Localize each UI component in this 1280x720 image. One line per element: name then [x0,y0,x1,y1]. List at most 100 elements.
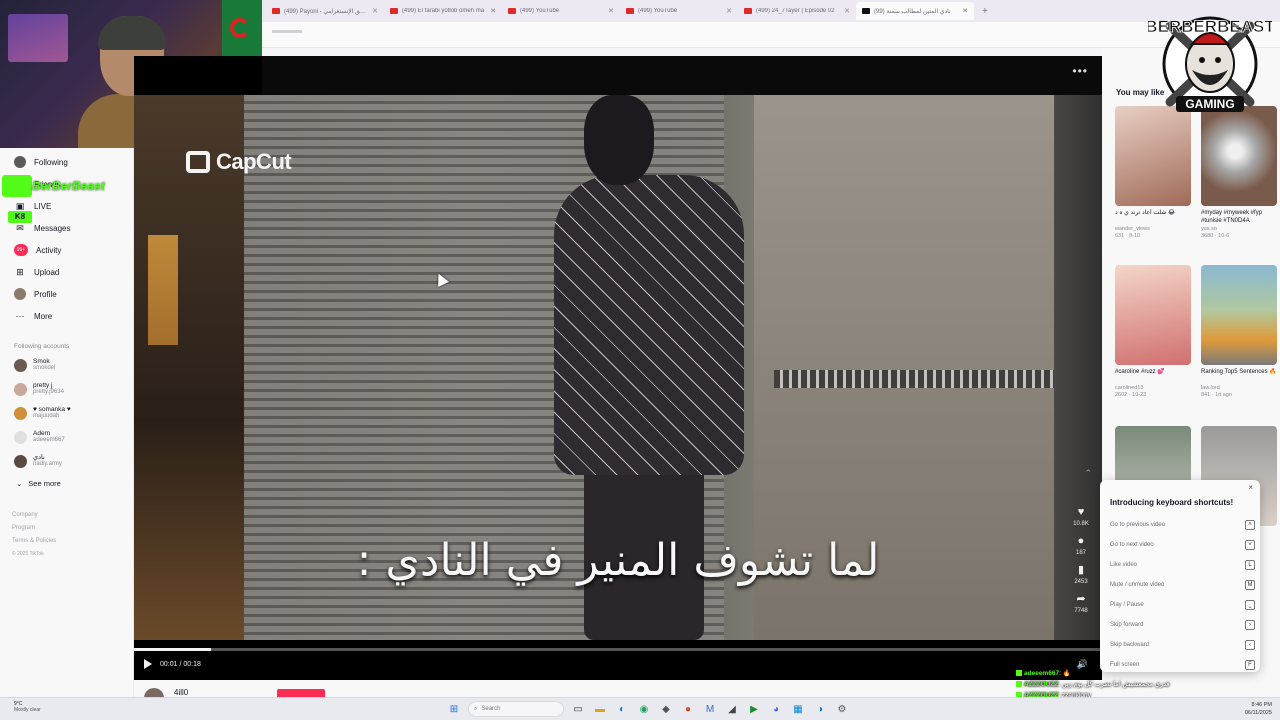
account-item[interactable]: Adem adeeem667 [14,430,65,444]
account-handle: majuudah [33,413,60,419]
follow-button[interactable] [277,689,325,697]
browser-tab[interactable]: (499) Payoni - نعشق الإنستغرامي ✕ [266,2,384,20]
video-author-bar: 4ill0 [134,680,1102,698]
browser-icon[interactable]: ◑ [812,701,828,717]
browser-tab-active[interactable]: (99) نادي المتين لمطالب سمنة ✕ [856,2,974,20]
card-title: #caroline #ruzz 💕 [1115,369,1165,375]
playback-controls: 00:01 / 00:18 [144,659,201,669]
close-tab-icon[interactable]: ✕ [372,7,378,15]
more-icon: ··· [15,311,25,321]
close-tab-icon[interactable]: ✕ [962,7,968,15]
chrome-icon[interactable]: ◉ [636,701,652,717]
chevron-down-icon: ⌄ [16,479,23,488]
upload-icon: ⊞ [16,266,24,277]
system-clock[interactable]: 8:46 PM 06/11/2025 [1245,701,1272,717]
video-thumbnail[interactable] [1201,265,1277,365]
avatar [14,406,27,420]
file-explorer-icon[interactable]: ▬ [592,701,608,717]
see-more-link[interactable]: ⌄ See more [16,479,61,488]
youtube-icon [390,8,398,14]
video-progress-bar[interactable] [134,648,1102,651]
key-icon: › [1245,620,1255,630]
sidebar-item-more[interactable]: ··· More [14,308,53,324]
weather-widget[interactable]: 9°C Mostly clear [14,701,41,713]
opera-icon[interactable]: ● [680,701,696,717]
sidebar-item-profile[interactable]: Profile [14,286,57,302]
author-name[interactable]: 4ill0 [174,688,188,697]
video-card[interactable]: Ranking Top5 Sentences 🔥 law.lord 841 · … [1201,265,1277,398]
discord-icon[interactable]: ◕ [768,701,784,717]
taskbar-search[interactable]: ⌕ Search [468,701,564,717]
task-view-icon[interactable]: ▭ [570,701,586,717]
account-handle: nadiy.army [33,461,62,467]
play-icon[interactable] [144,659,152,669]
address-bar[interactable] [262,22,1280,48]
bookmark-icon[interactable]: ▮ [1078,564,1084,576]
sidebar-item-label: Profile [34,289,57,299]
kick-badge-icon [1016,681,1022,688]
chevron-up-icon[interactable]: ⌃ [1084,468,1092,479]
tab-title: (499) YouTube [638,8,678,14]
more-options-icon[interactable]: ••• [1072,64,1088,78]
video-card[interactable]: #caroline #ruzz 💕 carolined13 2602 · 10-… [1115,265,1191,398]
edge-icon[interactable]: ◐ [614,701,630,717]
close-tab-icon[interactable]: ✕ [608,7,614,15]
store-icon[interactable]: ▦ [790,701,806,717]
browser-tab[interactable]: (499) YouTube ✕ [502,2,620,20]
account-handle: pretty.j9634 [33,389,64,395]
settings-icon[interactable]: ⚙ [834,701,850,717]
shortcut-row: Go to previous video ˄ [1110,520,1255,530]
sidebar-item-activity[interactable]: 99+ Activity [14,242,61,258]
key-icon: ⎵ [1245,600,1255,610]
taskbar-icons: ⊞ ⌕ Search ▭ ▬ ◐ ◉ ◆ ● M ◢ ▶ ◕ ▦ ◑ ⚙ [446,701,850,717]
share-icon[interactable]: ➦ [1076,593,1085,605]
account-item[interactable]: نادي nadiy.army [14,454,62,468]
kick-channel-badge: BerBerBeast K8 [2,175,120,223]
account-item[interactable]: Smok smokdel [14,358,55,372]
close-tab-icon[interactable]: ✕ [490,7,496,15]
footer-link-company[interactable]: Company [12,512,38,518]
footer-link-program[interactable]: Program [12,525,35,531]
youtube-icon [508,8,516,14]
new-tab-button[interactable]: + [982,6,988,17]
card-stats: 2602 · 10-23 [1115,392,1147,398]
shortcut-label: Go to previous video [1110,522,1166,528]
start-icon[interactable]: ⊞ [446,701,462,717]
app-icon[interactable]: ◆ [658,701,674,717]
account-item[interactable]: pretty j pretty.j9634 [14,382,64,396]
close-tab-icon[interactable]: ✕ [726,7,732,15]
berberbeast-logo: BERBERBEAST GAMING [1148,16,1272,112]
sidebar-item-following[interactable]: Following [14,154,68,170]
video-player[interactable]: CapCut لما تشوف المنير في النادي : ♥ 10.8… [134,56,1102,680]
footer-copyright: © 2025 TikTok [12,551,44,557]
video-thumbnail[interactable] [1115,265,1191,365]
account-item[interactable]: ♥ somanka ♥ majuudah [14,406,71,420]
youtube-icon [626,8,634,14]
shortcut-label: Go to next video [1110,542,1154,548]
like-count: 10.8K [1073,521,1089,527]
video-card[interactable]: شلت أعاد ترند ي ه د 😂 wander_views 631 ·… [1115,106,1191,239]
shortcut-row: Skip backward ‹ [1110,640,1255,650]
heart-icon[interactable]: ♥ [1078,506,1085,518]
account-name: Smok [33,358,50,365]
footer-link-terms[interactable]: Terms & Policies [12,538,56,544]
following-icon [14,156,26,168]
app-icon[interactable]: ◢ [724,701,740,717]
video-card[interactable]: #myday #myweek #fyp #tunisie #TN0D4A yas… [1201,106,1277,239]
chat-text: 🔥 [1062,670,1071,677]
browser-tab[interactable]: (499) 24_7Tayer | Episode 02 ✕ [738,2,856,20]
close-icon[interactable]: × [1248,483,1253,492]
shortcut-row: Play / Pause ⎵ [1110,600,1255,610]
key-icon: ˄ [1245,520,1255,530]
card-stats: 631 · 8-10 [1115,233,1141,239]
browser-tab[interactable]: (499) YouTube ✕ [620,2,738,20]
mail-icon[interactable]: M [702,701,718,717]
logo-title: BERBERBEAST [1148,17,1272,36]
browser-tab[interactable]: (499) El farabi yotlob omeh ma ✕ [384,2,502,20]
terminal-icon[interactable]: ▶ [746,701,762,717]
shortcut-label: Skip backward [1110,642,1150,648]
video-frame[interactable]: CapCut لما تشوف المنير في النادي : [134,95,1102,640]
comment-icon[interactable]: ● [1078,535,1085,547]
close-tab-icon[interactable]: ✕ [844,7,850,15]
sidebar-item-upload[interactable]: ⊞ Upload [14,264,59,280]
